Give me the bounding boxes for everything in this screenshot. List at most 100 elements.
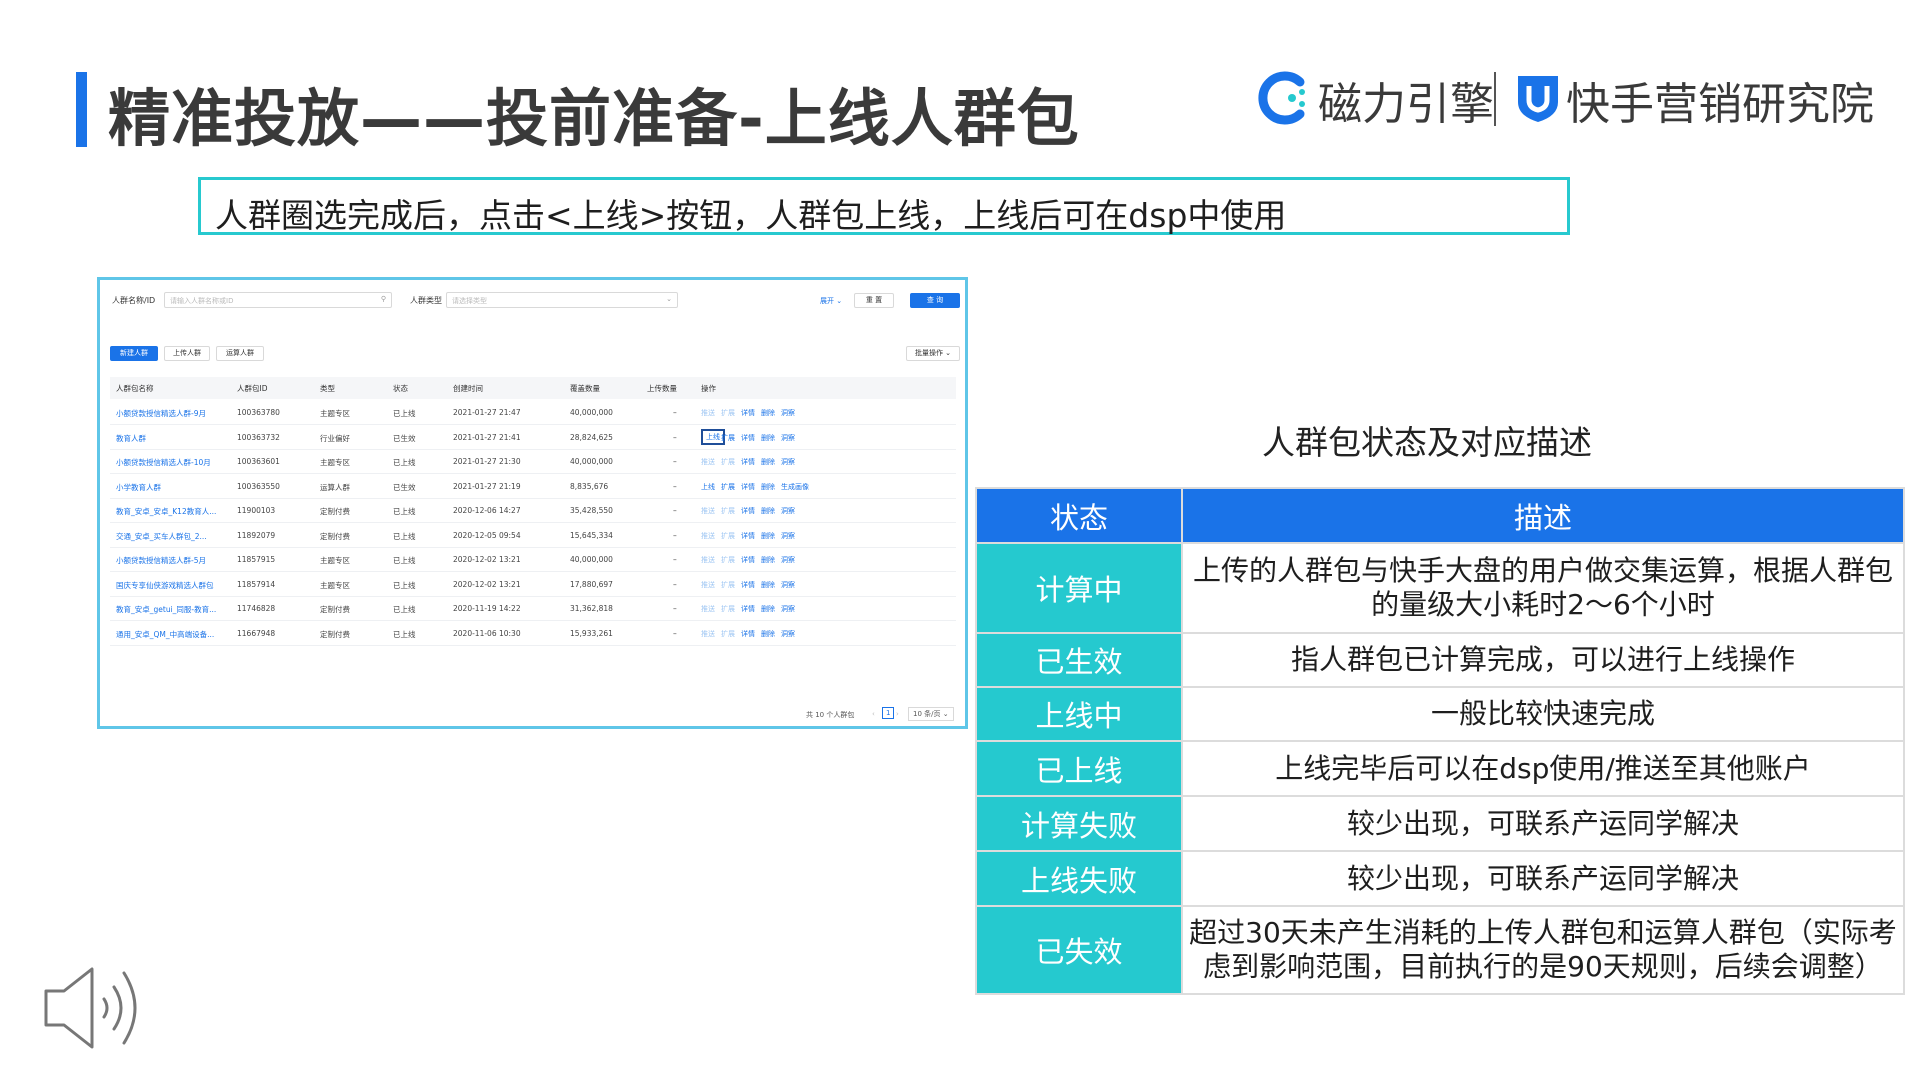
row-action-link[interactable]: 扩展 [721, 555, 735, 565]
column-header: 人群包名称 [116, 384, 154, 393]
row-action-link[interactable]: 洞察 [781, 408, 795, 418]
batch-operation-button[interactable]: 批量操作 ⌄ [906, 346, 960, 361]
reset-button[interactable]: 重 置 [854, 293, 894, 308]
row-action-link[interactable]: 上线 [701, 482, 715, 492]
row-action-link[interactable]: 删除 [761, 629, 775, 639]
row-action-link[interactable]: 删除 [761, 506, 775, 516]
row-action-link[interactable]: 推送 [701, 506, 715, 516]
compute-audience-button[interactable]: 运算人群 [216, 346, 264, 361]
row-action-link[interactable]: 删除 [761, 433, 775, 443]
row-action-link[interactable]: 详情 [741, 506, 755, 516]
row-action-link[interactable]: 删除 [761, 482, 775, 492]
name-filter-input[interactable]: 请输入人群名称或ID ⚲ [164, 292, 392, 308]
instruction-banner: 人群圈选完成后，点击<上线>按钮，人群包上线，上线后可在dsp中使用 [198, 177, 1570, 235]
row-action-link[interactable]: 推送 [701, 629, 715, 639]
audience-name-link[interactable]: 小额贷款授信精选人群-10月 [116, 457, 211, 468]
row-action-link[interactable]: 洞察 [781, 433, 795, 443]
audience-id: 11746828 [237, 604, 276, 613]
row-action-link[interactable]: 洞察 [781, 580, 795, 590]
row-action-link[interactable]: 删除 [761, 555, 775, 565]
prev-page-icon[interactable]: ‹ [872, 710, 875, 718]
row-action-link[interactable]: 删除 [761, 604, 775, 614]
row-action-link[interactable]: 扩展 [721, 580, 735, 590]
upload-count: – [673, 604, 677, 613]
chevron-down-icon: ⌄ [666, 295, 672, 303]
kuaishou-shield-logo-icon [1518, 76, 1558, 122]
row-action-link[interactable]: 详情 [741, 604, 755, 614]
status-cell: 上线失败 [975, 850, 1183, 907]
row-action-link[interactable]: 洞察 [781, 531, 795, 541]
row-action-link[interactable]: 洞察 [781, 555, 795, 565]
audience-name-link[interactable]: 通用_安卓_QM_中高端设备... [116, 629, 214, 640]
coverage-count: 40,000,000 [570, 457, 613, 466]
audience-name-link[interactable]: 交通_安卓_买车人群包_2... [116, 531, 207, 542]
row-action-link[interactable]: 洞察 [781, 629, 795, 639]
row-action-link[interactable]: 详情 [741, 531, 755, 541]
page-number[interactable]: 1 [882, 707, 895, 719]
row-action-link[interactable]: 扩展 [721, 408, 735, 418]
status-cell: 已生效 [975, 632, 1183, 688]
name-filter-placeholder: 请输入人群名称或ID [170, 297, 234, 305]
row-action-link[interactable]: 推送 [701, 531, 715, 541]
audience-name-link[interactable]: 教育_安卓_getui_同服-教育... [116, 604, 216, 615]
status-row: 计算失败 较少出现，可联系产运同学解决 [975, 795, 1905, 852]
query-button[interactable]: 查 询 [910, 293, 960, 308]
table-row: 小额贷款授信精选人群-5月 11857915 主题专区 已上线 2020-12-02 1… [110, 547, 956, 572]
row-action-link[interactable]: 推送 [701, 555, 715, 565]
column-header[interactable]: 覆盖数量 [570, 383, 600, 394]
row-action-link[interactable]: 删除 [761, 408, 775, 418]
row-action-link[interactable]: 洞察 [781, 604, 795, 614]
row-action-link[interactable]: 推送 [701, 457, 715, 467]
row-action-link[interactable]: 生成画像 [781, 482, 809, 492]
audience-name-link[interactable]: 教育人群 [116, 433, 146, 444]
column-header: 类型 [320, 384, 335, 393]
audience-name-link[interactable]: 国庆专享仙侠游戏精选人群包 [116, 580, 214, 591]
page-size-label: 10 条/页 [913, 710, 941, 718]
status-row: 计算中 上传的人群包与快手大盘的用户做交集运算，根据人群包的量级大小耗时2～6个… [975, 542, 1905, 634]
row-action-link[interactable]: 推送 [701, 580, 715, 590]
row-action-link[interactable]: 推送 [701, 408, 715, 418]
row-action-link[interactable]: 扩展 [721, 482, 735, 492]
expand-link[interactable]: 展开 ⌄ [820, 296, 842, 306]
row-action-link[interactable]: 扩展 [721, 506, 735, 516]
new-audience-button[interactable]: 新建人群 [110, 346, 158, 361]
audience-name-link[interactable]: 教育_安卓_安卓_K12教育人... [116, 506, 216, 517]
upload-count: – [673, 628, 677, 638]
row-action-link[interactable]: 扩展 [721, 604, 735, 614]
row-action-link[interactable]: 详情 [741, 433, 755, 443]
row-action-link[interactable]: 删除 [761, 457, 775, 467]
audience-name-link[interactable]: 小额贷款授信精选人群-9月 [116, 408, 206, 419]
upload-count: – [673, 481, 677, 491]
status-cell: 计算失败 [975, 795, 1183, 852]
row-action-link[interactable]: 详情 [741, 457, 755, 467]
row-action-link[interactable]: 扩展 [721, 433, 735, 443]
column-header[interactable]: 状态 [393, 383, 408, 394]
row-action-link[interactable]: 扩展 [721, 457, 735, 467]
audience-id: 11900103 [237, 506, 276, 515]
row-action-link[interactable]: 删除 [761, 580, 775, 590]
row-action-link[interactable]: 扩展 [721, 629, 735, 639]
row-action-link[interactable]: 扩展 [721, 531, 735, 541]
type-filter-label: 人群类型 [410, 296, 442, 305]
page-size-select[interactable]: 10 条/页 ⌄ [908, 707, 954, 721]
row-action-link[interactable]: 推送 [701, 604, 715, 614]
audience-type: 定制付费 [320, 629, 350, 639]
row-action-link[interactable]: 洞察 [781, 457, 795, 467]
row-action-link[interactable]: 详情 [741, 408, 755, 418]
type-filter-select[interactable]: 请选择类型 ⌄ [446, 292, 678, 308]
column-header[interactable]: 创建时间 [453, 383, 483, 394]
column-header[interactable]: 上传数量 [647, 383, 677, 394]
row-action-link[interactable]: 删除 [761, 531, 775, 541]
audience-type: 主题专区 [320, 458, 350, 467]
row-action-link[interactable]: 详情 [741, 482, 755, 492]
row-action-link[interactable]: 详情 [741, 555, 755, 565]
speaker-icon[interactable] [44, 963, 156, 1053]
row-action-link[interactable]: 详情 [741, 580, 755, 590]
audience-name-link[interactable]: 小额贷款授信精选人群-5月 [116, 555, 206, 566]
audience-name-link[interactable]: 小学教育人群 [116, 482, 161, 493]
row-action-link[interactable]: 详情 [741, 629, 755, 639]
next-page-icon[interactable]: › [896, 710, 899, 718]
row-action-link[interactable]: 洞察 [781, 506, 795, 516]
magnet-engine-logo-text: 磁力引擎 [1318, 79, 1494, 130]
upload-audience-button[interactable]: 上传人群 [164, 346, 210, 361]
